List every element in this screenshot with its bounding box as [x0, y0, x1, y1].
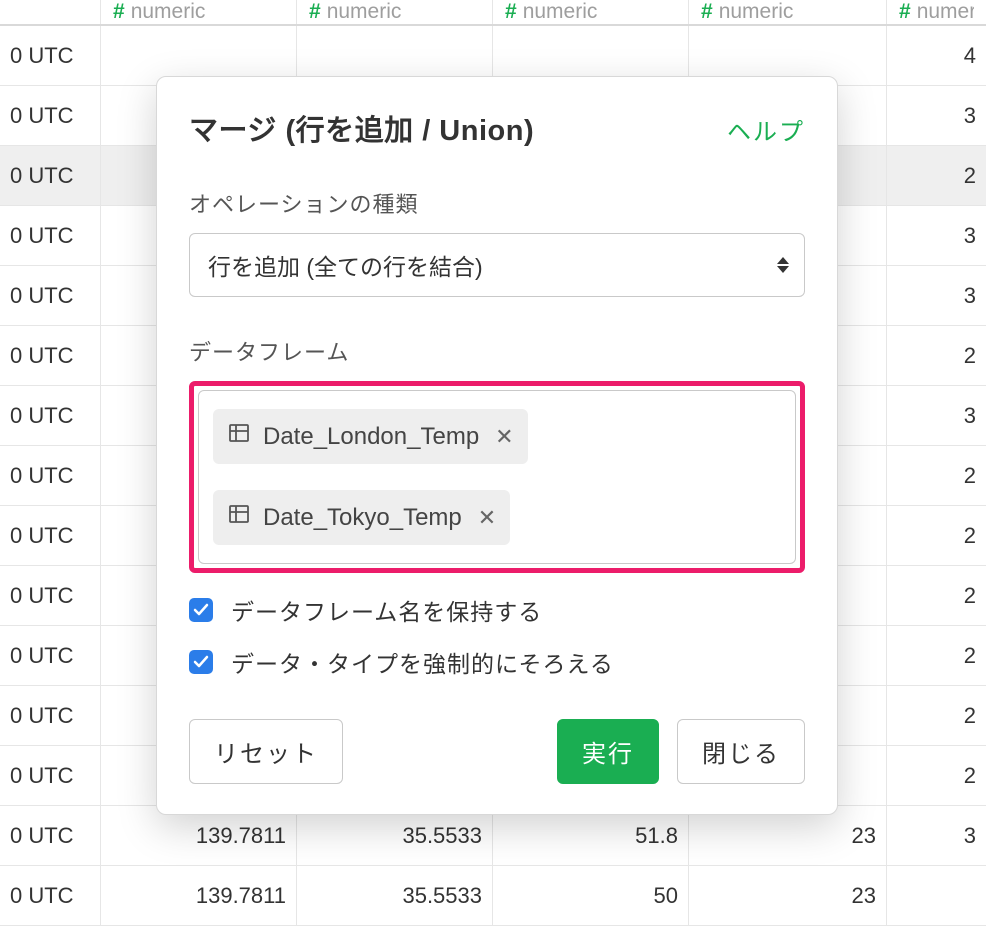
dialog-title: マージ (行を追加 / Union) [189, 107, 534, 149]
hash-icon: # [701, 0, 713, 24]
table-cell: 2 [886, 146, 986, 205]
table-header-row: #numeric #numeric #numeric #numeric #num… [0, 0, 986, 26]
table-cell: 2 [886, 746, 986, 805]
table-cell: 2 [886, 626, 986, 685]
table-cell: 0 UTC [0, 206, 100, 265]
keep-name-checkbox[interactable] [189, 598, 213, 622]
table-cell: 2 [886, 566, 986, 625]
col-header[interactable]: #numeric [296, 0, 492, 24]
table-icon [227, 502, 251, 533]
table-row[interactable]: 0 UTC139.781135.553351.8233 [0, 806, 986, 866]
table-cell: 139.7811 [100, 866, 296, 925]
hash-icon: # [505, 0, 517, 24]
keep-name-label: データフレーム名を保持する [231, 593, 542, 627]
table-cell: 0 UTC [0, 866, 100, 925]
table-cell: 0 UTC [0, 86, 100, 145]
remove-chip-icon[interactable]: ✕ [474, 505, 496, 531]
table-cell: 3 [886, 86, 986, 145]
table-cell: 4 [886, 26, 986, 85]
dataframe-highlight: Date_London_Temp ✕ Date_Tokyo_Temp ✕ [189, 381, 805, 573]
table-row[interactable]: 0 UTC139.781135.55335023 [0, 866, 986, 926]
dataframe-label: データフレーム [189, 335, 805, 367]
table-cell: 50 [492, 866, 688, 925]
force-type-label: データ・タイプを強制的にそろえる [231, 645, 614, 679]
table-cell: 0 UTC [0, 686, 100, 745]
table-cell: 0 UTC [0, 26, 100, 85]
operation-select[interactable]: 行を追加 (全ての行を結合) [189, 233, 805, 297]
table-cell: 3 [886, 206, 986, 265]
help-link[interactable]: ヘルプ [727, 112, 805, 147]
table-cell: 35.5533 [296, 866, 492, 925]
table-cell: 0 UTC [0, 326, 100, 385]
hash-icon: # [309, 0, 321, 24]
force-type-checkbox[interactable] [189, 650, 213, 674]
close-button[interactable]: 閉じる [677, 719, 805, 784]
dataframe-chip-label: Date_London_Temp [263, 423, 479, 451]
col-header [0, 0, 100, 24]
table-cell: 3 [886, 386, 986, 445]
dataframe-chip[interactable]: Date_London_Temp ✕ [213, 409, 528, 464]
table-cell: 0 UTC [0, 146, 100, 205]
table-cell: 23 [688, 866, 886, 925]
run-button[interactable]: 実行 [557, 719, 659, 784]
table-cell: 0 UTC [0, 566, 100, 625]
remove-chip-icon[interactable]: ✕ [491, 424, 513, 450]
table-cell: 3 [886, 806, 986, 865]
hash-icon: # [113, 0, 125, 24]
select-arrows-icon [777, 257, 789, 273]
table-cell: 2 [886, 326, 986, 385]
operation-label: オペレーションの種類 [189, 187, 805, 219]
table-icon [227, 421, 251, 452]
merge-dialog: マージ (行を追加 / Union) ヘルプ オペレーションの種類 行を追加 (… [156, 76, 838, 815]
col-header[interactable]: #numeric [100, 0, 296, 24]
table-cell: 2 [886, 446, 986, 505]
table-cell: 0 UTC [0, 446, 100, 505]
table-cell: 0 UTC [0, 386, 100, 445]
hash-icon: # [899, 0, 911, 24]
col-header[interactable]: #numeric [492, 0, 688, 24]
col-header[interactable]: #numeric [688, 0, 886, 24]
reset-button[interactable]: リセット [189, 719, 343, 784]
table-cell: 2 [886, 506, 986, 565]
dataframe-selector[interactable]: Date_London_Temp ✕ Date_Tokyo_Temp ✕ [198, 390, 796, 564]
dataframe-chip[interactable]: Date_Tokyo_Temp ✕ [213, 490, 510, 545]
check-icon [193, 654, 209, 670]
table-cell: 0 UTC [0, 506, 100, 565]
col-header[interactable]: #numeric [886, 0, 986, 24]
table-cell: 0 UTC [0, 746, 100, 805]
table-cell [886, 866, 986, 925]
dataframe-chip-label: Date_Tokyo_Temp [263, 504, 462, 532]
table-cell: 3 [886, 266, 986, 325]
table-cell: 0 UTC [0, 626, 100, 685]
check-icon [193, 602, 209, 618]
table-cell: 2 [886, 686, 986, 745]
table-cell: 0 UTC [0, 266, 100, 325]
table-cell: 0 UTC [0, 806, 100, 865]
